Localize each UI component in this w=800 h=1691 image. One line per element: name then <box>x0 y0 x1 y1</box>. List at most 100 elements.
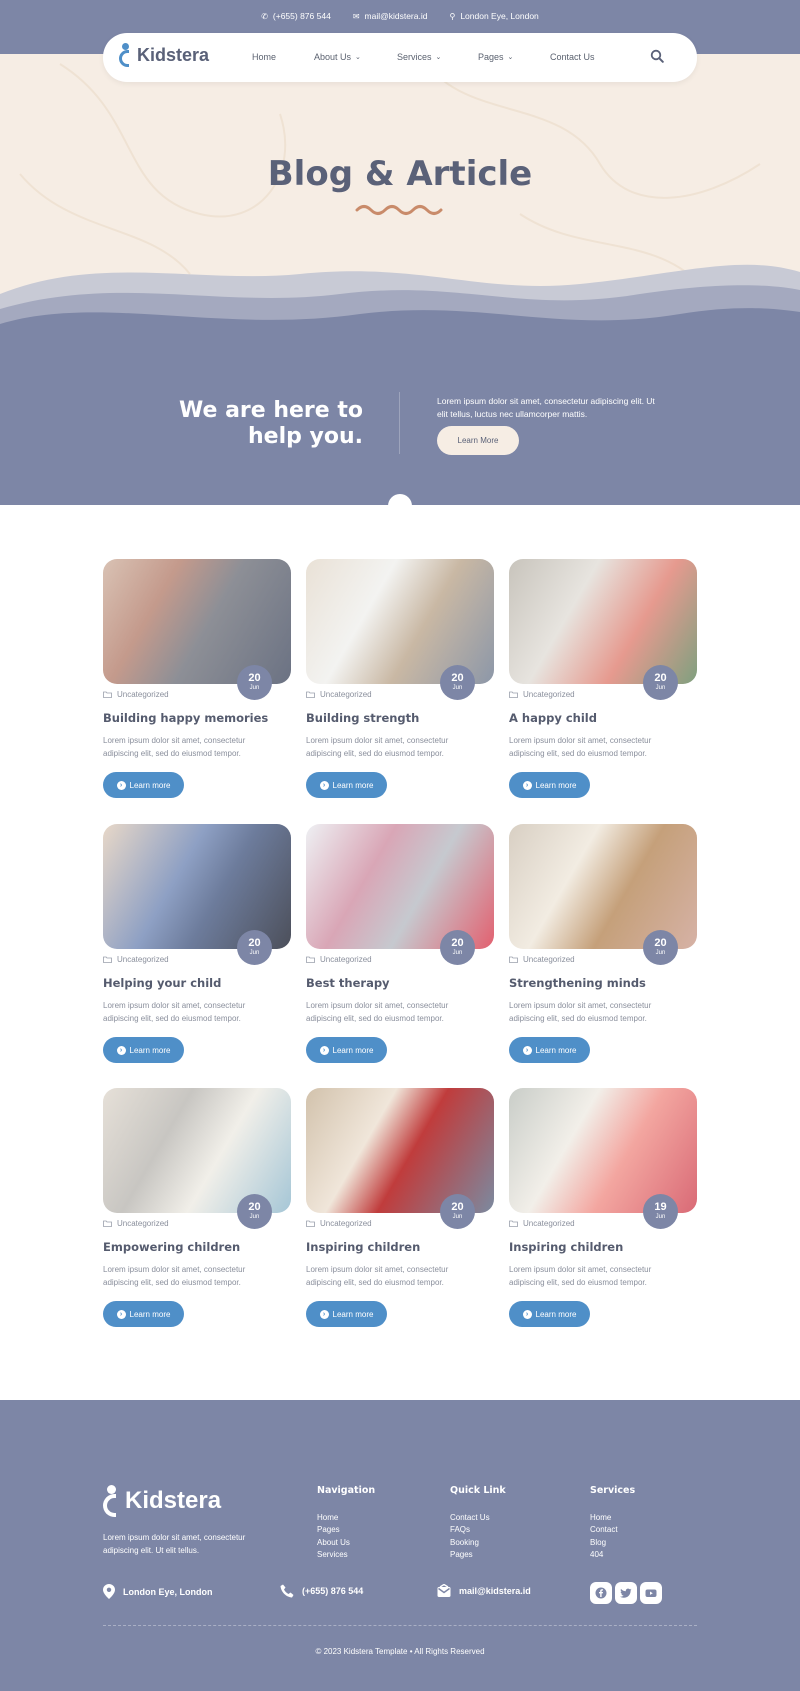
footer-divider <box>103 1625 697 1626</box>
learn-more-button[interactable]: › Learn more <box>509 1037 590 1063</box>
footer-link[interactable]: Contact Us <box>450 1512 506 1525</box>
mail-icon: ✉ <box>352 12 360 21</box>
footer-link[interactable]: 404 <box>590 1549 635 1562</box>
chevron-down-icon: ⌄ <box>507 54 514 61</box>
blog-card: 20 Jun Uncategorized Empowering children Lor… <box>103 1088 291 1338</box>
date-badge: 20 Jun <box>440 665 475 700</box>
folder-icon <box>103 956 112 963</box>
youtube-icon[interactable] <box>640 1582 662 1604</box>
footer-link[interactable]: Home <box>590 1512 635 1525</box>
footer-link[interactable]: Pages <box>450 1549 506 1562</box>
date-badge: 19 Jun <box>643 1194 678 1229</box>
nav-item-pages[interactable]: Pages ⌄ <box>478 52 513 62</box>
blog-card-photo[interactable] <box>509 1088 697 1213</box>
blog-card-photo[interactable] <box>103 824 291 949</box>
blog-card: 20 Jun Uncategorized Strengthening minds Lor… <box>509 824 697 1074</box>
blog-card-photo[interactable] <box>509 559 697 684</box>
blog-card-photo[interactable] <box>306 1088 494 1213</box>
arrow-right-icon: › <box>522 1309 532 1319</box>
footer-link[interactable]: Contact <box>590 1524 635 1537</box>
phone-icon: ✆ <box>261 12 268 21</box>
footer-location[interactable]: London Eye, London <box>103 1584 213 1599</box>
blog-card-excerpt: Lorem ipsum dolor sit amet, consectetur … <box>509 1265 652 1287</box>
footer-link[interactable]: Home <box>317 1512 375 1525</box>
footer-link[interactable]: FAQs <box>450 1524 506 1537</box>
folder-icon <box>103 1220 112 1227</box>
location-pin-icon: ⚲ <box>449 12 456 21</box>
footer: Kidstera Lorem ipsum dolor sit amet, con… <box>0 1400 800 1691</box>
blog-card-title[interactable]: Strengthening minds <box>509 976 646 990</box>
blog-card-title[interactable]: Building strength <box>306 711 419 725</box>
facebook-icon[interactable] <box>590 1582 612 1604</box>
footer-link[interactable]: About Us <box>317 1537 375 1550</box>
logo-mark-icon <box>103 1485 121 1517</box>
nav-item-about-us[interactable]: About Us ⌄ <box>314 52 361 62</box>
blog-card-title[interactable]: Building happy memories <box>103 711 268 725</box>
arrow-right-icon: › <box>116 1045 126 1055</box>
learn-more-button[interactable]: › Learn more <box>103 1037 184 1063</box>
learn-more-button[interactable]: › Learn more <box>103 772 184 798</box>
footer-link[interactable]: Booking <box>450 1537 506 1550</box>
twitter-icon[interactable] <box>615 1582 637 1604</box>
footer-email[interactable]: mail@kidstera.id <box>437 1584 531 1598</box>
nav-item-home[interactable]: Home <box>252 52 276 62</box>
nav-item-services[interactable]: Services ⌄ <box>397 52 441 62</box>
arrow-right-icon: › <box>319 780 329 790</box>
blog-card-title[interactable]: Helping your child <box>103 976 221 990</box>
learn-more-button[interactable]: › Learn more <box>306 1301 387 1327</box>
blog-card-category[interactable]: Uncategorized <box>306 690 372 699</box>
footer-link[interactable]: Blog <box>590 1537 635 1550</box>
learn-more-button[interactable]: › Learn more <box>306 1037 387 1063</box>
topbar-email[interactable]: ✉ mail@kidstera.id <box>353 11 428 21</box>
blog-card: 20 Jun Uncategorized Building strength Lorem… <box>306 559 494 809</box>
learn-more-button[interactable]: › Learn more <box>103 1301 184 1327</box>
blog-card-title[interactable]: A happy child <box>509 711 597 725</box>
nav-item-contact-us[interactable]: Contact Us <box>550 52 595 62</box>
learn-more-button[interactable]: › Learn more <box>509 772 590 798</box>
blog-card-photo[interactable] <box>306 559 494 684</box>
blog-card-photo[interactable] <box>306 824 494 949</box>
title-squiggle-decoration <box>355 205 443 215</box>
learn-more-button[interactable]: › Learn more <box>306 772 387 798</box>
chevron-down-icon: ⌄ <box>355 54 361 61</box>
arrow-right-icon: › <box>319 1309 329 1319</box>
logo[interactable]: Kidstera <box>119 43 209 67</box>
footer-about: Lorem ipsum dolor sit amet, consectetur … <box>103 1533 246 1555</box>
blog-card-excerpt: Lorem ipsum dolor sit amet, consectetur … <box>509 736 652 758</box>
learn-more-button[interactable]: › Learn more <box>509 1301 590 1327</box>
blog-card: 20 Jun Uncategorized Inspiring children Lore… <box>306 1088 494 1338</box>
footer-navigation: Navigation Home Pages About Us Services <box>317 1485 375 1562</box>
blog-card-title[interactable]: Best therapy <box>306 976 390 990</box>
blog-card-category[interactable]: Uncategorized <box>509 955 575 964</box>
blog-card-title[interactable]: Inspiring children <box>306 1240 420 1254</box>
blog-card-category[interactable]: Uncategorized <box>103 690 169 699</box>
blog-card-category[interactable]: Uncategorized <box>509 690 575 699</box>
topbar-location[interactable]: ⚲ London Eye, London <box>449 11 538 21</box>
blog-card-photo[interactable] <box>103 1088 291 1213</box>
main-navbar: Kidstera Home About Us ⌄ Services ⌄ Pages ⌄… <box>103 33 697 82</box>
blog-card-category[interactable]: Uncategorized <box>509 1219 575 1228</box>
blog-card-title[interactable]: Inspiring children <box>509 1240 623 1254</box>
search-icon[interactable] <box>650 49 664 63</box>
learn-more-button[interactable]: Learn More <box>437 426 519 455</box>
arrow-right-icon: › <box>522 1045 532 1055</box>
social-links <box>590 1582 662 1604</box>
footer-phone[interactable]: (+655) 876 544 <box>280 1584 363 1598</box>
band-text: Lorem ipsum dolor sit amet, consectetur … <box>437 396 655 419</box>
blog-card-photo[interactable] <box>103 559 291 684</box>
topbar-phone[interactable]: ✆ (+655) 876 544 <box>261 11 331 21</box>
blog-card-category[interactable]: Uncategorized <box>306 955 372 964</box>
folder-icon <box>306 956 315 963</box>
footer-link[interactable]: Services <box>317 1549 375 1562</box>
blog-card-category[interactable]: Uncategorized <box>103 1219 169 1228</box>
blog-card-category[interactable]: Uncategorized <box>103 955 169 964</box>
blog-card-title[interactable]: Empowering children <box>103 1240 240 1254</box>
folder-icon <box>509 691 518 698</box>
blog-card: 19 Jun Uncategorized Inspiring children Lore… <box>509 1088 697 1338</box>
blog-card-excerpt: Lorem ipsum dolor sit amet, consectetur … <box>103 1265 246 1287</box>
blog-card-photo[interactable] <box>509 824 697 949</box>
footer-link[interactable]: Pages <box>317 1524 375 1537</box>
blog-card-category[interactable]: Uncategorized <box>306 1219 372 1228</box>
footer-logo[interactable]: Kidstera <box>103 1485 221 1517</box>
help-band: We are here to help you. Lorem ipsum dol… <box>0 340 800 506</box>
